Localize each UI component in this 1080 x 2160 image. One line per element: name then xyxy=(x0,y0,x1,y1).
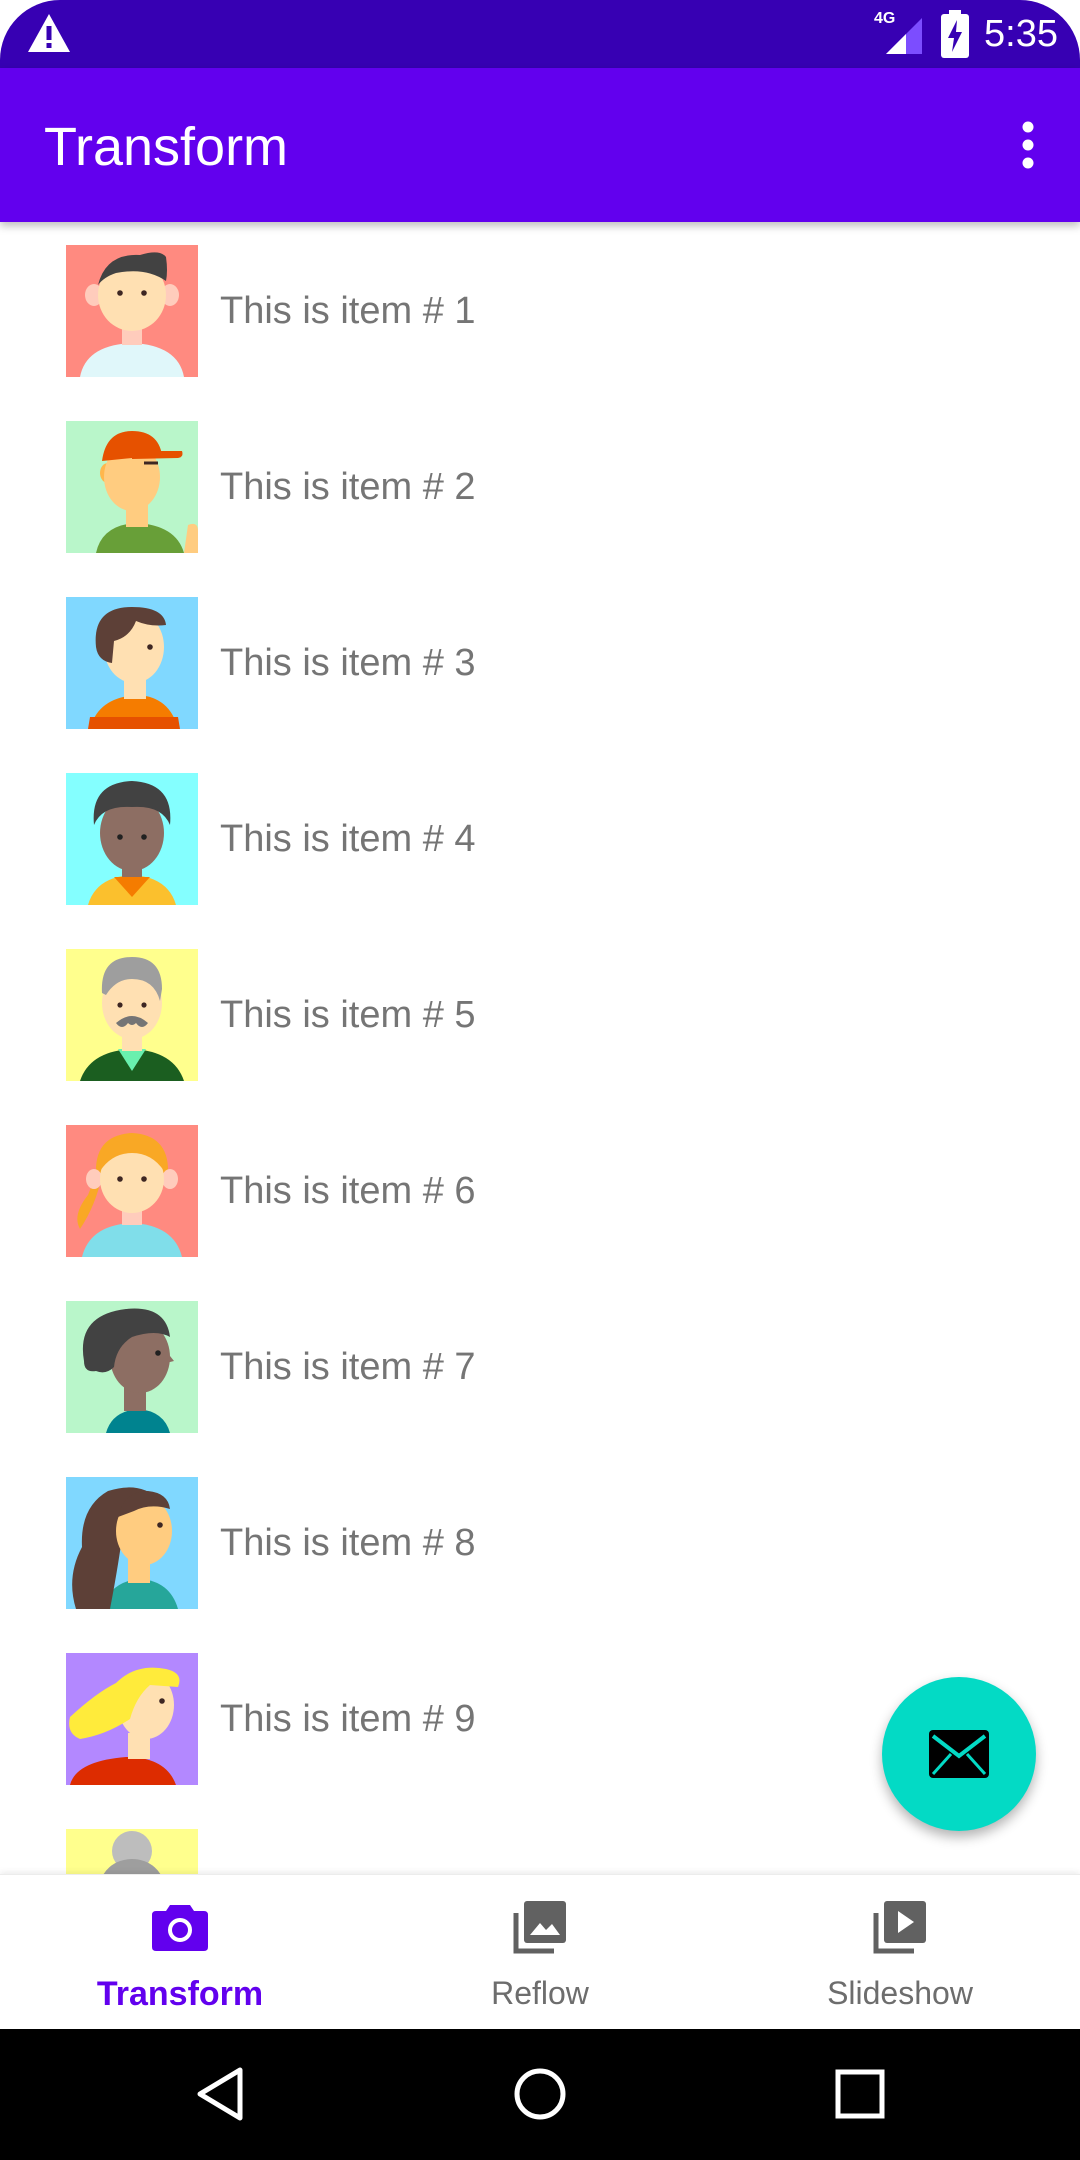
avatar xyxy=(66,1301,198,1433)
tab-label: Transform xyxy=(96,1975,264,2013)
avatar xyxy=(66,1829,198,1874)
avatar xyxy=(66,245,198,377)
tab-reflow[interactable]: Reflow xyxy=(360,1875,720,2029)
item-label: This is item # 1 xyxy=(220,290,476,332)
signal-icon: 4G xyxy=(874,10,926,56)
item-label: This is item # 6 xyxy=(220,1170,476,1212)
avatar xyxy=(66,597,198,729)
list-item[interactable]: This is item # 2 xyxy=(0,398,1080,574)
warning-icon xyxy=(28,14,70,52)
item-label: This is item # 3 xyxy=(220,642,476,684)
bottom-navigation: Transform Reflow Slideshow xyxy=(0,1874,1080,2029)
item-label: This is item # 9 xyxy=(220,1698,476,1740)
list-item[interactable]: This is item # 4 xyxy=(0,750,1080,926)
battery-charging-icon xyxy=(941,10,970,58)
item-label: This is item # 7 xyxy=(220,1346,476,1388)
email-fab-button[interactable] xyxy=(882,1677,1036,1831)
tab-label: Slideshow xyxy=(827,1975,973,2011)
photo-library-icon xyxy=(513,1901,566,1954)
home-icon[interactable] xyxy=(510,2064,570,2124)
video-library-icon xyxy=(873,1901,926,1954)
status-bar: 4G 5:35 xyxy=(0,0,1080,68)
item-label: This is item # 4 xyxy=(220,818,476,860)
list-item[interactable]: This is item # 1 xyxy=(0,222,1080,398)
avatar xyxy=(66,1477,198,1609)
recents-icon[interactable] xyxy=(830,2064,890,2124)
avatar xyxy=(66,1653,198,1785)
tab-slideshow[interactable]: Slideshow xyxy=(720,1875,1080,2029)
list-item[interactable]: This is item # 8 xyxy=(0,1454,1080,1630)
page-title: Transform xyxy=(44,117,289,177)
camera-icon xyxy=(152,1905,208,1951)
tab-label: Reflow xyxy=(491,1975,589,2011)
overflow-menu-button[interactable] xyxy=(996,113,1060,177)
system-navigation-bar xyxy=(0,2028,1080,2160)
list-item[interactable]: This is item # 3 xyxy=(0,574,1080,750)
app-bar: Transform xyxy=(0,68,1080,222)
list-item[interactable]: This is item # 6 xyxy=(0,1102,1080,1278)
tab-transform[interactable]: Transform xyxy=(0,1875,360,2029)
avatar xyxy=(66,773,198,905)
status-time: 5:35 xyxy=(984,12,1058,55)
avatar xyxy=(66,949,198,1081)
item-list[interactable]: This is item # 1 This is item # 2 This i… xyxy=(0,222,1080,1874)
status-right: 4G 5:35 xyxy=(874,8,1058,60)
item-label: This is item # 5 xyxy=(220,994,476,1036)
list-item[interactable]: This is item # 7 xyxy=(0,1278,1080,1454)
email-icon xyxy=(929,1730,989,1778)
more-vert-icon xyxy=(1022,121,1034,169)
list-item[interactable]: This is item # 5 xyxy=(0,926,1080,1102)
network-type: 4G xyxy=(874,10,896,27)
back-icon[interactable] xyxy=(190,2064,250,2124)
item-label: This is item # 8 xyxy=(220,1522,476,1564)
avatar xyxy=(66,421,198,553)
avatar xyxy=(66,1125,198,1257)
item-label: This is item # 2 xyxy=(220,466,476,508)
